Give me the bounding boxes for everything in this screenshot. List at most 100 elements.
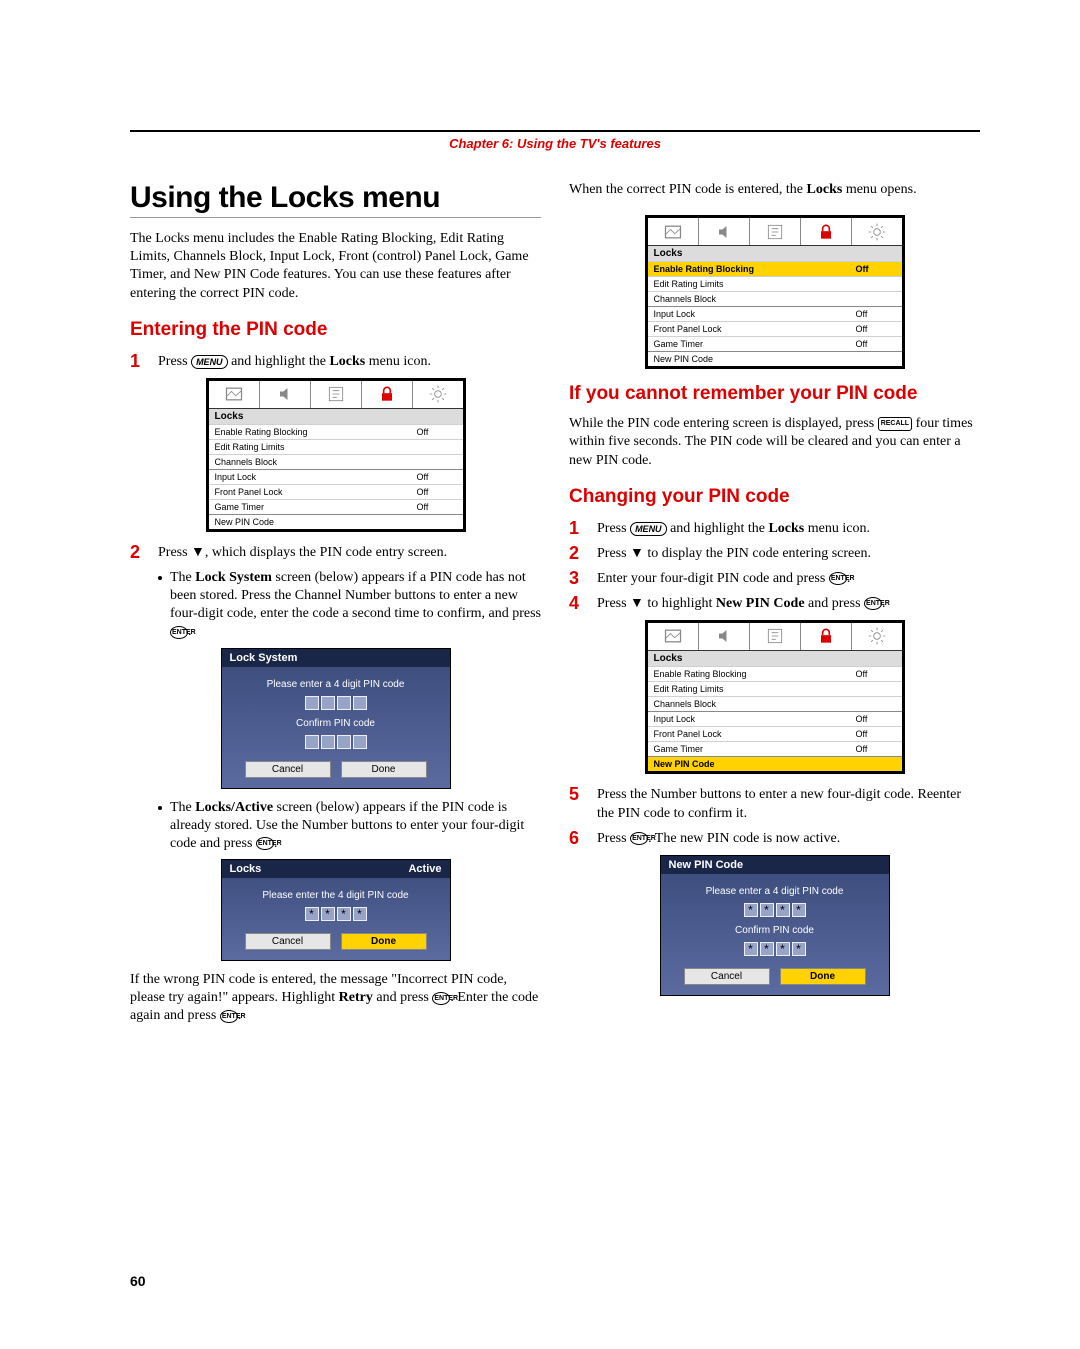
done-button: Done xyxy=(341,761,427,778)
osd-row-value: Off xyxy=(417,427,457,437)
tab-settings-icon xyxy=(413,381,463,408)
osd-row: Front Panel LockOff xyxy=(648,321,902,336)
tab-locks-icon xyxy=(801,218,852,245)
osd-row-value: Off xyxy=(417,487,457,497)
osd-row: Game TimerOff xyxy=(648,336,902,351)
osd-row: Edit Rating Limits xyxy=(648,276,902,291)
osd-row-value: Off xyxy=(856,339,896,349)
step-c5: 5 Press the Number buttons to enter a ne… xyxy=(569,784,980,824)
osd-row-label: Edit Rating Limits xyxy=(654,279,856,289)
enter-key-icon: ENTER xyxy=(630,832,648,845)
menu-key-icon: MENU xyxy=(630,522,667,536)
tab-audio-icon xyxy=(699,623,750,650)
tab-audio-icon xyxy=(260,381,311,408)
tab-picture-icon xyxy=(209,381,260,408)
osd-row-value xyxy=(856,294,896,304)
osd-row-value: Off xyxy=(856,729,896,739)
osd-row: New PIN Code xyxy=(648,756,902,771)
osd-row-label: Input Lock xyxy=(654,309,856,319)
osd-row-value: Off xyxy=(856,744,896,754)
step-number: 2 xyxy=(569,543,587,564)
step-bold: Locks xyxy=(329,354,365,369)
osd-row-label: Front Panel Lock xyxy=(215,487,417,497)
osd-row-value xyxy=(417,442,457,452)
osd-row-value: Off xyxy=(856,714,896,724)
enter-key-icon: ENTER xyxy=(170,626,188,639)
osd-row-value: Off xyxy=(856,309,896,319)
tab-settings-icon xyxy=(852,218,902,245)
cancel-button: Cancel xyxy=(684,968,770,985)
step-c3: 3 Enter your four-digit PIN code and pre… xyxy=(569,568,980,589)
osd-row: Game TimerOff xyxy=(209,499,463,514)
step-number: 2 xyxy=(130,542,148,563)
osd-row-label: New PIN Code xyxy=(654,354,856,364)
step-text: menu icon. xyxy=(365,354,431,369)
osd-row: Input LockOff xyxy=(648,306,902,321)
enter-key-icon: ENTER xyxy=(256,837,274,850)
osd-row: Channels Block xyxy=(648,696,902,711)
bullet-bold: Lock System xyxy=(195,570,272,585)
osd-row-value: Off xyxy=(856,264,896,274)
step-number: 4 xyxy=(569,593,587,614)
tab-settings-icon xyxy=(852,623,902,650)
subheading-changing-pin: Changing your PIN code xyxy=(569,486,980,508)
pin-confirm-boxes xyxy=(744,942,806,956)
osd-row: Input LockOff xyxy=(209,469,463,484)
tab-picture-icon xyxy=(648,623,699,650)
osd-row: New PIN Code xyxy=(209,514,463,529)
dialog-new-pin: New PIN Code Please enter a 4 digit PIN … xyxy=(660,855,890,996)
enter-key-icon: ENTER xyxy=(220,1010,238,1023)
enter-key-icon: ENTER xyxy=(864,597,882,610)
intro-paragraph: The Locks menu includes the Enable Ratin… xyxy=(130,230,541,303)
osd-row-label: Channels Block xyxy=(654,294,856,304)
osd-row: Channels Block xyxy=(648,291,902,306)
tab-audio-icon xyxy=(699,218,750,245)
osd-row-label: New PIN Code xyxy=(654,759,856,769)
dialog-title-left: Locks xyxy=(230,863,262,875)
osd-row: Input LockOff xyxy=(648,711,902,726)
step-number: 3 xyxy=(569,568,587,589)
subheading-forgot-pin: If you cannot remember your PIN code xyxy=(569,383,980,405)
dialog-message: Please enter the 4 digit PIN code xyxy=(232,890,440,901)
step-text: Press xyxy=(158,354,191,369)
bullet-text: The xyxy=(170,800,195,815)
osd-row-value xyxy=(856,279,896,289)
osd-locks-menu-1: Locks Enable Rating BlockingOffEdit Rati… xyxy=(206,378,466,532)
dialog-message: Confirm PIN code xyxy=(232,718,440,729)
section-title: Using the Locks menu xyxy=(130,181,541,218)
osd-row-label: Channels Block xyxy=(215,457,417,467)
tab-locks-icon xyxy=(362,381,413,408)
bullet-lock-system: The Lock System screen (below) appears i… xyxy=(158,569,541,642)
osd-row-value xyxy=(856,759,896,769)
pin-input-boxes xyxy=(305,696,367,710)
done-button: Done xyxy=(780,968,866,985)
osd-row-value xyxy=(856,699,896,709)
left-column: Using the Locks menu The Locks menu incl… xyxy=(130,181,541,1042)
step-1: 1 Press MENU and highlight the Locks men… xyxy=(130,351,541,372)
osd-row-label: Enable Rating Blocking xyxy=(654,669,856,679)
bullet-dot-icon xyxy=(158,576,162,580)
osd-locks-menu-2: Locks Enable Rating BlockingOffEdit Rati… xyxy=(645,215,905,369)
step-c4: 4 Press ▼ to highlight New PIN Code and … xyxy=(569,593,980,614)
pin-input-boxes xyxy=(744,903,806,917)
osd-title: Locks xyxy=(648,651,902,666)
forgot-paragraph: While the PIN code entering screen is di… xyxy=(569,415,980,470)
osd-row: Front Panel LockOff xyxy=(648,726,902,741)
osd-row: Enable Rating BlockingOff xyxy=(648,666,902,681)
bullet-text: . xyxy=(274,836,278,851)
osd-row-value xyxy=(856,684,896,694)
bullet-bold: Locks/Active xyxy=(195,800,273,815)
dialog-title: New PIN Code xyxy=(669,859,744,871)
osd-row-label: Edit Rating Limits xyxy=(215,442,417,452)
osd-row-label: Game Timer xyxy=(654,339,856,349)
osd-row-label: Input Lock xyxy=(215,472,417,482)
dialog-title: Lock System xyxy=(230,652,298,664)
dialog-message: Please enter a 4 digit PIN code xyxy=(671,886,879,897)
osd-title: Locks xyxy=(648,246,902,261)
chapter-header: Chapter 6: Using the TV's features xyxy=(130,130,980,181)
step-c2: 2 Press ▼ to display the PIN code enteri… xyxy=(569,543,980,564)
osd-row-value: Off xyxy=(856,669,896,679)
right-intro: When the correct PIN code is entered, th… xyxy=(569,181,980,199)
osd-row-label: Channels Block xyxy=(654,699,856,709)
step-2: 2 Press ▼, which displays the PIN code e… xyxy=(130,542,541,563)
